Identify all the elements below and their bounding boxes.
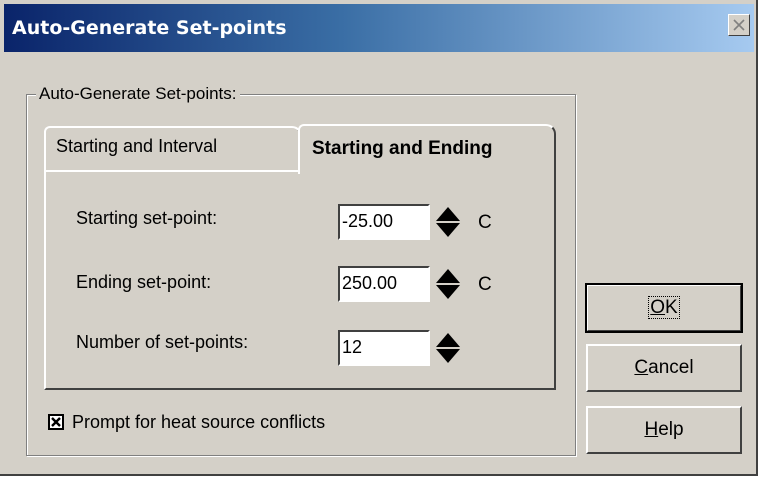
starting-setpoint-input[interactable]: -25.00	[338, 204, 430, 240]
starting-unit: C	[478, 212, 492, 233]
ending-setpoint-input[interactable]: 250.00	[338, 266, 430, 302]
help-button[interactable]: Help	[586, 406, 742, 454]
cancel-rest: ancel	[648, 357, 694, 378]
heat-conflict-checkbox[interactable]	[48, 414, 64, 430]
help-mnemonic: H	[644, 419, 659, 440]
tab-label: Starting and Interval	[56, 136, 218, 156]
dialog-window: Auto-Generate Set-points Auto-Generate S…	[0, 0, 758, 476]
help-rest: elp	[658, 419, 684, 440]
close-button[interactable]	[728, 14, 750, 36]
title-bar[interactable]: Auto-Generate Set-points	[4, 4, 754, 52]
window-title: Auto-Generate Set-points	[12, 17, 287, 39]
spinner-icon[interactable]	[434, 204, 462, 240]
ok-button-label: OK	[648, 296, 680, 319]
ending-unit: C	[478, 274, 492, 295]
spinner-icon[interactable]	[434, 266, 462, 302]
spinner-icon[interactable]	[434, 330, 462, 366]
cancel-mnemonic: C	[634, 357, 649, 378]
starting-setpoint-label: Starting set-point:	[76, 208, 218, 228]
close-icon	[733, 19, 745, 31]
group-legend: Auto-Generate Set-points:	[36, 84, 240, 104]
ok-button[interactable]: OK	[585, 283, 743, 333]
tab-label: Starting and Ending	[312, 138, 493, 159]
number-of-setpoints-label: Number of set-points:	[76, 332, 249, 352]
tab-starting-and-ending[interactable]: Starting and Ending	[298, 124, 556, 174]
ending-setpoint-label: Ending set-point:	[76, 272, 212, 292]
cancel-button[interactable]: Cancel	[586, 344, 742, 392]
ok-rest: K	[665, 297, 678, 318]
ok-mnemonic: O	[650, 297, 666, 318]
heat-conflict-label: Prompt for heat source conflicts	[72, 412, 326, 432]
tab-starting-and-interval[interactable]: Starting and Interval	[44, 126, 302, 170]
number-of-setpoints-input[interactable]: 12	[338, 330, 430, 366]
check-icon	[51, 417, 61, 427]
